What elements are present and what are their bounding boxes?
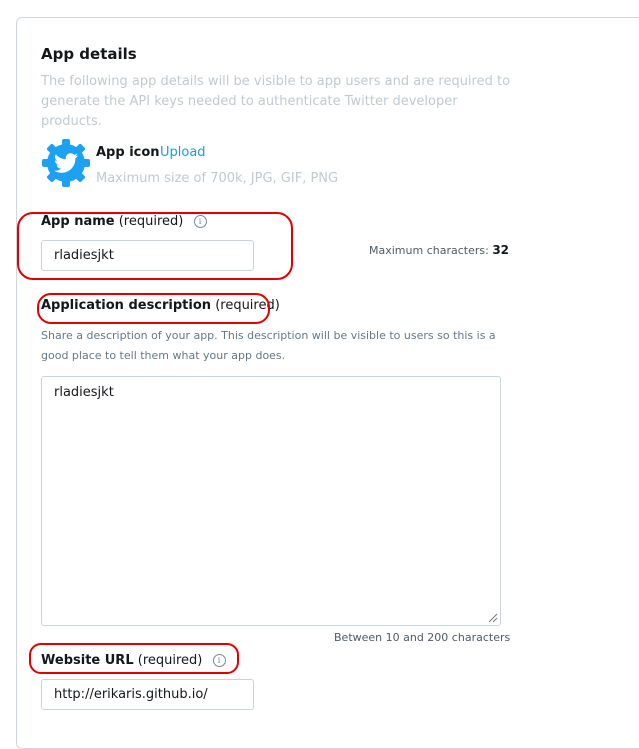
upload-link[interactable]: Upload (160, 145, 206, 160)
description-length-hint: Between 10 and 200 characters (334, 631, 511, 644)
website-label: Website URL (required) i (41, 653, 226, 668)
info-icon[interactable]: i (212, 654, 226, 667)
description-label-text: Application description (41, 298, 212, 313)
description-value: rladiesjkt (54, 385, 114, 400)
website-label-text: Website URL (41, 653, 134, 668)
description-required: (required) (215, 298, 280, 313)
description-textarea[interactable]: rladiesjkt (41, 376, 501, 626)
info-icon[interactable]: i (193, 215, 207, 228)
app-icon-hint: Maximum size of 700k, JPG, GIF, PNG (96, 171, 339, 186)
resize-grip-icon[interactable] (488, 613, 498, 623)
app-name-max-chars: Maximum characters: 32 (369, 243, 509, 257)
description-hint: Share a description of your app. This de… (41, 329, 496, 362)
max-chars-label: Maximum characters: (369, 244, 489, 257)
app-name-label: App name (required) i (41, 214, 207, 229)
twitter-gear-icon (41, 138, 91, 188)
app-icon-label: App icon (96, 145, 160, 160)
max-chars-value: 32 (492, 243, 510, 257)
app-name-input[interactable]: rladiesjkt (41, 240, 254, 271)
section-subtitle: The following app details will be visibl… (41, 74, 511, 129)
app-name-label-text: App name (41, 214, 115, 229)
description-label: Application description (required) (41, 298, 280, 313)
app-name-required: (required) (118, 214, 184, 229)
section-title: App details (41, 45, 137, 63)
website-input[interactable]: http://erikaris.github.io/ (41, 679, 254, 710)
website-required: (required) (137, 653, 203, 668)
